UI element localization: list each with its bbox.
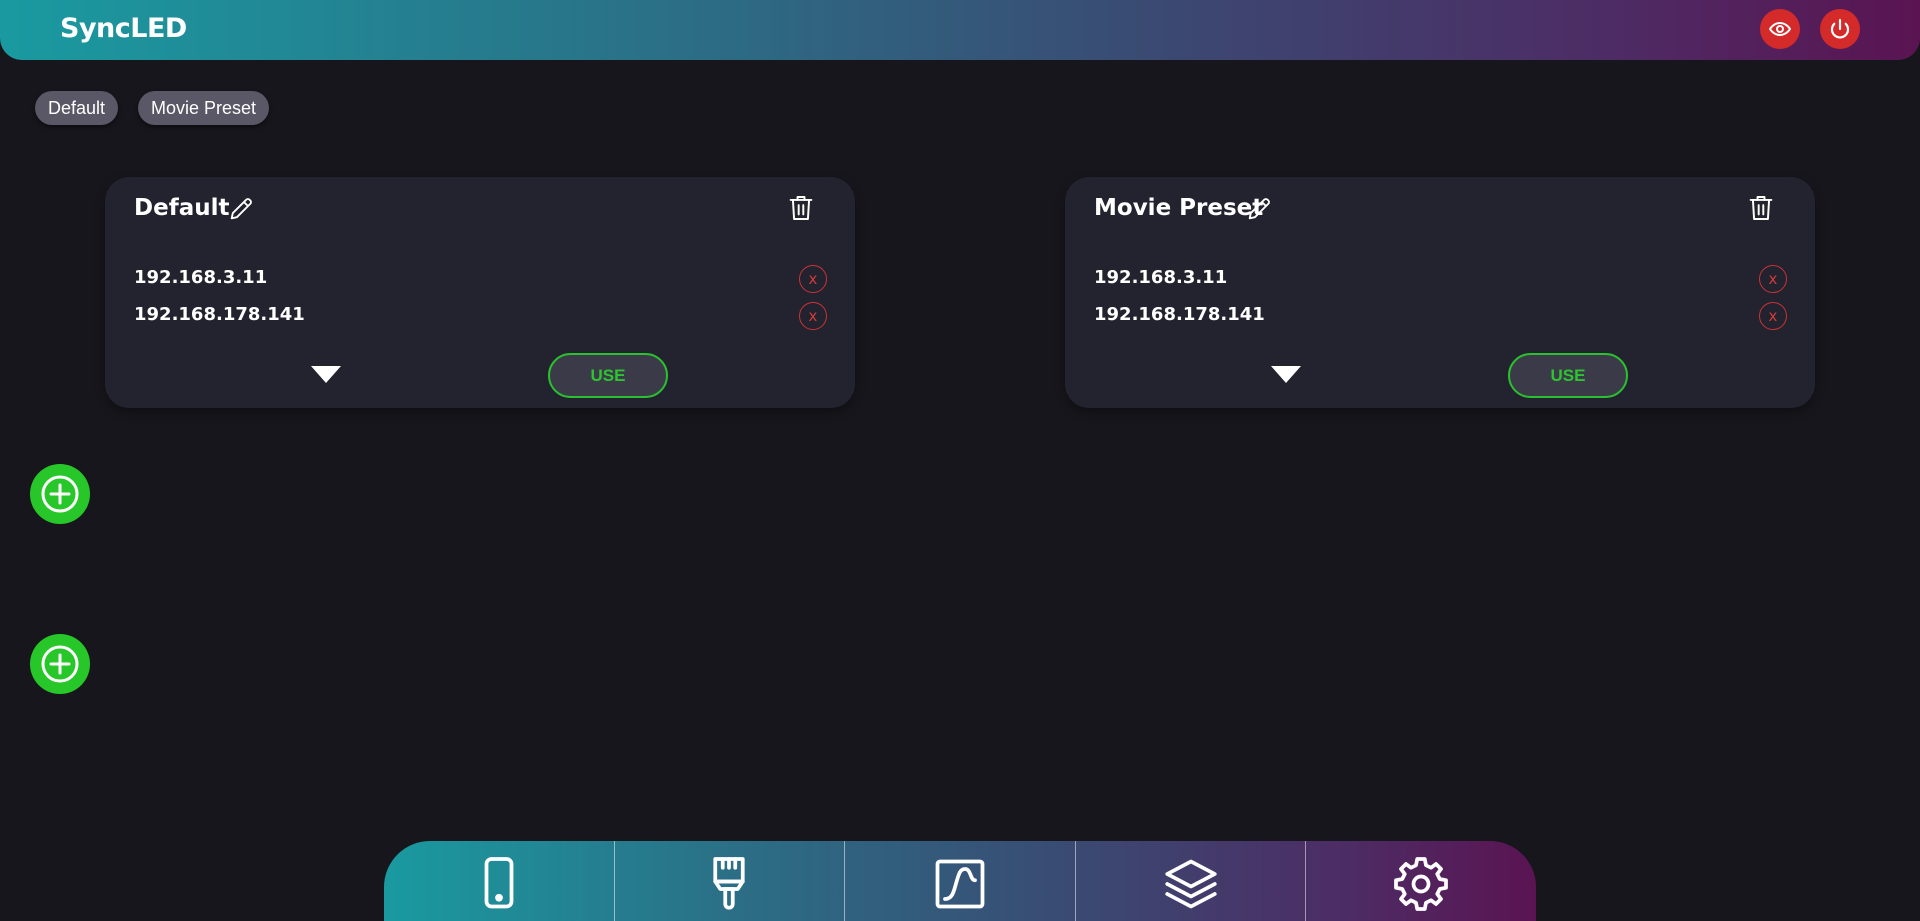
ip-row: 192.168.178.141 x <box>134 301 827 331</box>
ip-row: 192.168.3.11 x <box>1094 264 1787 294</box>
ip-address: 192.168.3.11 <box>1094 267 1228 288</box>
trash-icon[interactable] <box>1747 193 1775 223</box>
ip-address: 192.168.3.11 <box>134 267 268 288</box>
preset-card-movie-preset: Movie Preset 192.168.3.11 x 192.168.178.… <box>1065 177 1815 408</box>
plus-circle-icon <box>41 645 79 683</box>
preset-chip-default[interactable]: Default <box>35 91 119 125</box>
nav-presets[interactable] <box>1074 841 1306 921</box>
ip-address: 192.168.178.141 <box>1094 304 1265 325</box>
add-preset-button[interactable] <box>30 464 90 524</box>
add-device-button[interactable] <box>30 634 90 694</box>
eye-icon <box>1769 22 1791 36</box>
nav-devices[interactable] <box>384 841 614 921</box>
preset-title: Default <box>134 195 230 221</box>
preset-title: Movie Preset <box>1094 195 1264 221</box>
nav-effects[interactable] <box>613 841 845 921</box>
use-preset-button[interactable]: USE <box>548 353 668 398</box>
remove-ip-button[interactable]: x <box>1759 302 1787 330</box>
use-preset-button[interactable]: USE <box>1508 353 1628 398</box>
trash-icon[interactable] <box>787 193 815 223</box>
remove-ip-button[interactable]: x <box>799 265 827 293</box>
curve-chart-icon <box>935 859 985 909</box>
pencil-icon[interactable] <box>227 195 255 223</box>
top-bar: SyncLED <box>0 0 1920 60</box>
ip-row: 192.168.178.141 x <box>1094 301 1787 331</box>
preset-card-default: Default 192.168.3.11 x 192.168.178.141 x… <box>105 177 855 408</box>
plus-circle-icon <box>41 475 79 513</box>
expand-arrow-icon[interactable] <box>311 366 341 383</box>
ip-row: 192.168.3.11 x <box>134 264 827 294</box>
remove-ip-button[interactable]: x <box>799 302 827 330</box>
pencil-icon[interactable] <box>1245 195 1273 223</box>
expand-arrow-icon[interactable] <box>1271 366 1301 383</box>
nav-settings[interactable] <box>1305 841 1536 921</box>
bottom-navigation <box>384 841 1536 921</box>
power-button[interactable] <box>1820 9 1860 49</box>
preset-chip-movie-preset[interactable]: Movie Preset <box>138 91 270 125</box>
app-title: SyncLED <box>60 13 187 44</box>
visibility-button[interactable] <box>1760 9 1800 49</box>
remove-ip-button[interactable]: x <box>1759 265 1787 293</box>
gear-icon <box>1394 857 1449 911</box>
device-icon <box>484 857 514 909</box>
layers-icon <box>1164 859 1217 909</box>
brush-icon <box>713 857 746 910</box>
power-icon <box>1830 18 1850 39</box>
nav-curve[interactable] <box>844 841 1075 921</box>
ip-address: 192.168.178.141 <box>134 304 305 325</box>
